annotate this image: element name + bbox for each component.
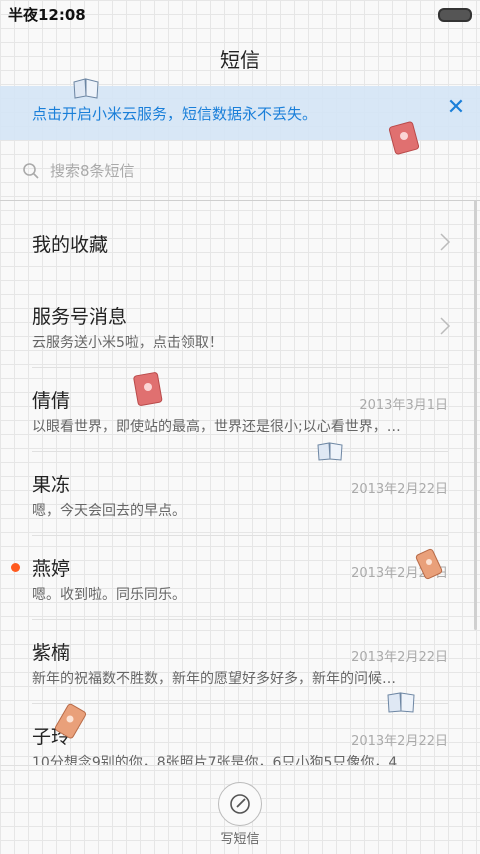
page-title: 短信 <box>220 48 260 72</box>
compose-button[interactable] <box>218 782 262 826</box>
message-preview: 嗯。收到啦。同乐同乐。 <box>32 587 186 603</box>
book-sticker-icon <box>387 692 415 713</box>
phone-sticker-icon <box>388 121 420 155</box>
search-input[interactable]: 搜索8条短信 <box>50 160 135 181</box>
conversation-item[interactable]: 燕婷 2013年2月22日 嗯。收到啦。同乐同乐。 <box>0 536 480 620</box>
phone-sticker-icon <box>415 548 443 580</box>
contact-name: 果冻 <box>32 474 71 496</box>
chevron-right-icon <box>440 233 451 251</box>
contact-name: 燕婷 <box>32 558 71 580</box>
message-preview: 新年的祝福数不胜数，新年的愿望好多好多，新年的问候… <box>32 671 396 687</box>
phone-sticker-icon <box>54 703 87 739</box>
message-date: 2013年2月22日 <box>351 650 448 665</box>
chevron-right-icon <box>440 317 451 335</box>
service-messages-item[interactable]: 服务号消息 云服务送小米5啦，点击领取！ <box>0 284 480 368</box>
conversation-item[interactable]: 果冻 2013年2月22日 嗯，今天会回去的早点。 <box>0 452 480 536</box>
scrollbar[interactable] <box>474 200 477 630</box>
conversation-item[interactable]: 倩倩 2013年3月1日 以眼看世界，即使站的最高，世界还是很小;以心看世界，… <box>0 368 480 452</box>
message-date: 2013年2月22日 <box>351 482 448 497</box>
service-preview: 云服务送小米5啦，点击领取！ <box>32 335 223 351</box>
message-preview: 以眼看世界，即使站的最高，世界还是很小;以心看世界，… <box>32 419 401 435</box>
search-icon <box>23 163 39 179</box>
favorites-item[interactable]: 我的收藏 <box>0 200 480 284</box>
book-sticker-icon <box>73 78 99 99</box>
favorites-label: 我的收藏 <box>32 234 109 256</box>
message-preview: 嗯，今天会回去的早点。 <box>32 503 186 519</box>
contact-name: 紫楠 <box>32 642 71 664</box>
status-time: 半夜12:08 <box>8 6 86 24</box>
banner-text[interactable]: 点击开启小米云服务，短信数据永不丢失。 <box>32 103 317 124</box>
close-icon[interactable]: ✕ <box>446 97 466 119</box>
message-date: 2013年3月1日 <box>359 398 448 413</box>
phone-sticker-icon <box>133 372 163 406</box>
service-label: 服务号消息 <box>32 306 128 328</box>
compose-label[interactable]: 写短信 <box>0 828 480 847</box>
bottom-bar: 写短信 <box>0 765 480 854</box>
message-preview: 10分想念9别的你，8张照片7张是你，6只小狗5只像你，4… <box>32 755 412 765</box>
book-sticker-icon <box>317 442 343 461</box>
message-date: 2013年2月22日 <box>351 734 448 749</box>
compose-icon <box>230 794 250 814</box>
battery-icon <box>438 8 472 22</box>
contact-name: 倩倩 <box>32 390 71 412</box>
status-bar: 半夜12:08 <box>0 0 480 28</box>
unread-indicator <box>11 563 20 572</box>
